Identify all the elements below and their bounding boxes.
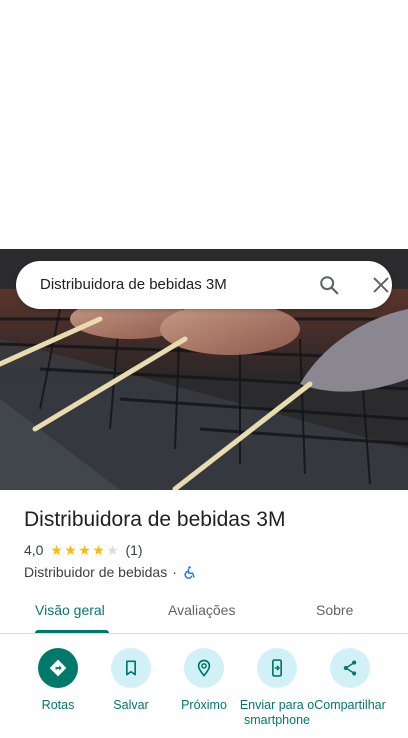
nearby-icon — [197, 659, 211, 677]
save-label: Salvar — [113, 698, 149, 712]
send-to-phone-button[interactable]: Enviar para o smartphone — [239, 648, 315, 728]
nearby-label: Próximo — [181, 698, 227, 712]
tab-overview[interactable]: Visão geral — [35, 602, 105, 618]
share-label: Compartilhar — [314, 698, 386, 712]
tab-reviews[interactable]: Avaliações — [168, 602, 235, 618]
send-to-phone-icon — [272, 659, 282, 677]
search-icon[interactable] — [318, 274, 340, 296]
star-filled-icon: ★ — [78, 542, 91, 558]
place-title: Distribuidora de bebidas 3M — [24, 508, 286, 531]
review-count: (1) — [125, 542, 143, 558]
bookmark-icon — [126, 660, 136, 676]
rating-row[interactable]: 4,0 ★ ★ ★ ★ ★ (1) — [24, 541, 143, 559]
active-tab-indicator — [35, 630, 109, 633]
separator-dot: · — [172, 564, 177, 580]
directions-label: Rotas — [41, 698, 75, 712]
share-icon — [343, 660, 357, 676]
directions-button[interactable]: Rotas — [20, 648, 96, 713]
save-button[interactable]: Salvar — [93, 648, 169, 713]
category-row: Distribuidor de bebidas · — [24, 563, 197, 581]
rating-value: 4,0 — [24, 542, 44, 558]
map-blank-area — [0, 0, 408, 249]
star-empty-icon: ★ — [106, 542, 119, 558]
wheelchair-accessible-icon — [182, 565, 197, 580]
star-filled-icon: ★ — [92, 542, 105, 558]
directions-icon — [49, 659, 67, 677]
action-bar: Rotas Salvar Próximo Enviar para o smart… — [0, 634, 408, 738]
nearby-button[interactable]: Próximo — [166, 648, 242, 713]
search-bar[interactable]: Distribuidora de bebidas 3M — [16, 261, 392, 309]
share-button[interactable]: Compartilhar — [312, 648, 388, 713]
place-tabs: Visão geral Avaliações Sobre — [0, 590, 408, 634]
send-to-phone-label: Enviar para o smartphone — [239, 698, 315, 727]
search-input[interactable]: Distribuidora de bebidas 3M — [40, 276, 227, 293]
star-filled-icon: ★ — [64, 542, 77, 558]
close-icon[interactable] — [370, 274, 392, 296]
rating-stars: ★ ★ ★ ★ ★ — [49, 543, 119, 557]
tab-about[interactable]: Sobre — [316, 602, 353, 618]
place-category: Distribuidor de bebidas — [24, 564, 168, 580]
star-filled-icon: ★ — [50, 542, 63, 558]
